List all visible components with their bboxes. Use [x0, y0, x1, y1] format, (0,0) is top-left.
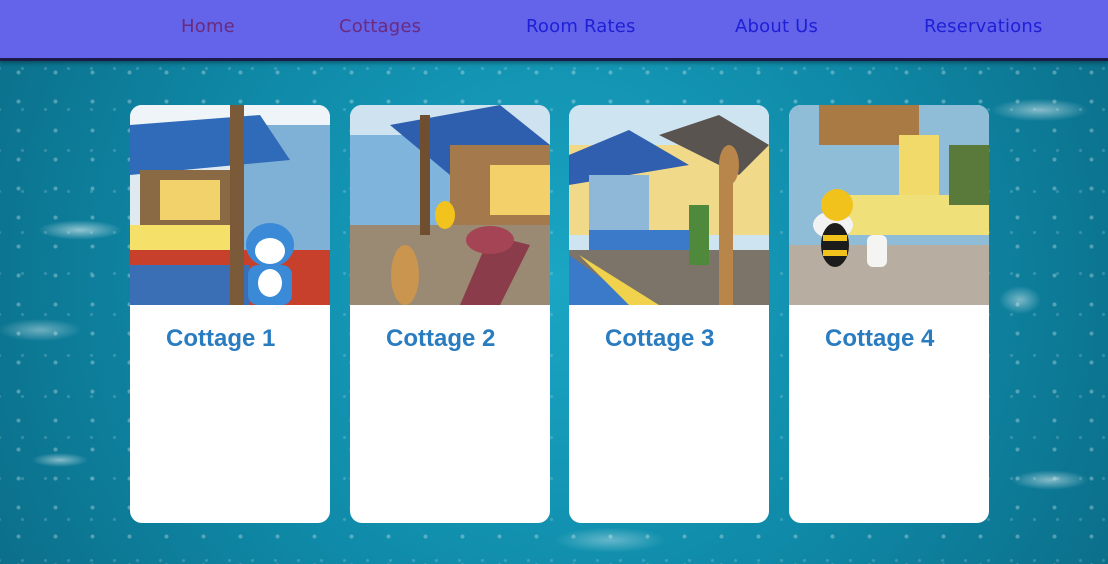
nav-link-cottages[interactable]: Cottages: [339, 16, 421, 37]
cottage-card-4[interactable]: Cottage 4: [789, 105, 989, 523]
cottage-card-1[interactable]: Cottage 1: [130, 105, 330, 523]
cottage-3-photo: [569, 105, 769, 305]
nav-link-about-us[interactable]: About Us: [735, 16, 818, 37]
nav-link-home[interactable]: Home: [181, 16, 235, 37]
nav-link-room-rates[interactable]: Room Rates: [526, 16, 636, 37]
cottage-card-3[interactable]: Cottage 3: [569, 105, 769, 523]
cottage-2-photo: [350, 105, 550, 305]
cottage-4-title: Cottage 4: [825, 325, 935, 352]
cottage-2-title: Cottage 2: [386, 325, 496, 352]
nav-link-reservations[interactable]: Reservations: [924, 16, 1043, 37]
cottage-4-photo: [789, 105, 989, 305]
cottage-3-title: Cottage 3: [605, 325, 715, 352]
cottage-card-2[interactable]: Cottage 2: [350, 105, 550, 523]
top-nav-bar: Home Cottages Room Rates About Us Reserv…: [0, 0, 1108, 61]
cottage-1-photo: [130, 105, 330, 305]
cottage-1-title: Cottage 1: [166, 325, 276, 352]
